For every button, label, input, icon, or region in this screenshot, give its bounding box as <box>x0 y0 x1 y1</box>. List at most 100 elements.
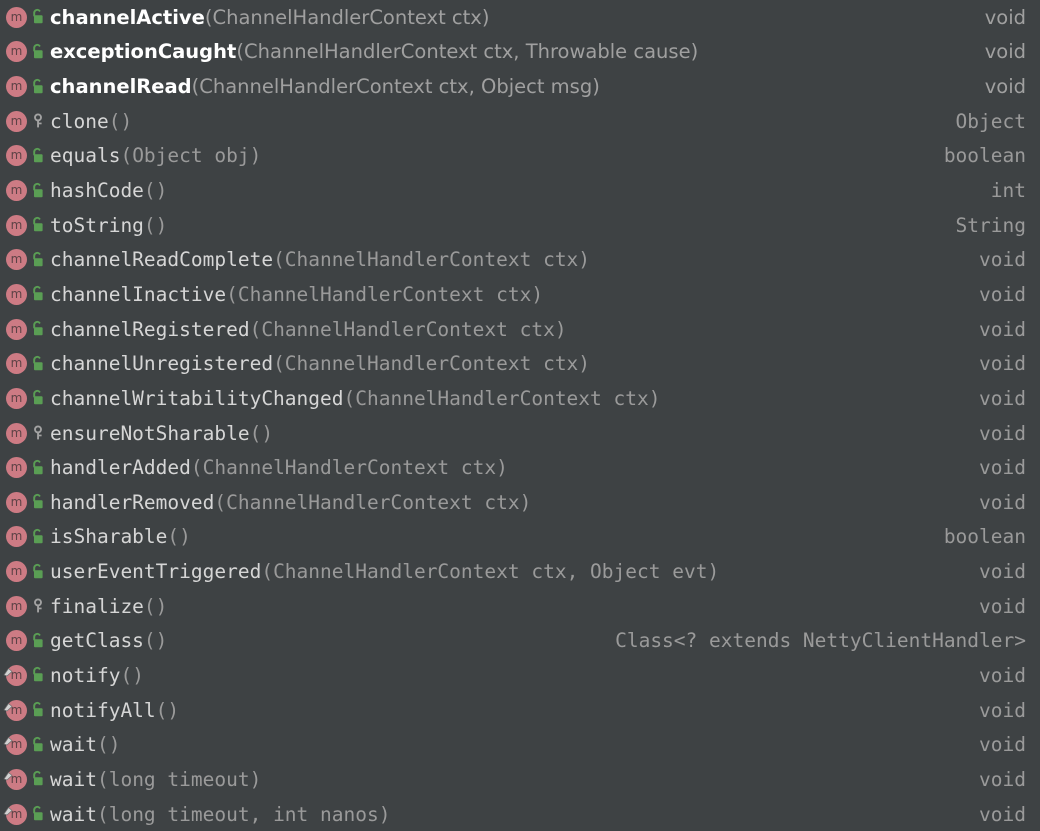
completion-item-icons: m <box>4 5 48 29</box>
method-return-type: int <box>990 179 1026 203</box>
completion-item[interactable]: m handlerAdded(ChannelHandlerContext ctx)… <box>0 450 1040 485</box>
completion-item[interactable]: m wait(long timeout) void <box>0 762 1040 797</box>
method-parameters: (ChannelHandlerContext ctx) <box>190 456 508 480</box>
method-icon: m <box>6 76 27 98</box>
completion-item[interactable]: m handlerRemoved(ChannelHandlerContext ct… <box>0 485 1040 520</box>
completion-item-signature: wait(long timeout) <box>48 768 961 791</box>
completion-item-signature: channelRegistered(ChannelHandlerContext … <box>48 318 961 341</box>
method-icon: m <box>6 145 27 167</box>
completion-item[interactable]: m ensureNotSharable() void <box>0 416 1040 451</box>
method-icon-letter: m <box>10 217 23 232</box>
method-icon-letter: m <box>10 494 23 509</box>
method-parameters: (ChannelHandlerContext ctx) <box>214 490 532 514</box>
method-icon: m <box>6 214 27 236</box>
method-parameters: (ChannelHandlerContext ctx) <box>249 317 567 341</box>
method-icon: m <box>6 561 27 583</box>
completion-item[interactable]: m exceptionCaught(ChannelHandlerContext c… <box>0 35 1040 70</box>
final-modifier-icon <box>3 662 13 677</box>
method-icon-letter: m <box>10 44 23 59</box>
unlocked-padlock-icon <box>30 389 46 407</box>
completion-item[interactable]: m finalize() void <box>0 589 1040 624</box>
completion-item-signature: equals(Object obj) <box>48 144 926 167</box>
completion-item-signature: channelUnregistered(ChannelHandlerContex… <box>48 352 961 375</box>
method-return-type: void <box>979 421 1026 445</box>
completion-item-icons: m <box>3 767 48 791</box>
completion-item-signature: notify() <box>48 664 961 687</box>
method-name: exceptionCaught <box>50 40 237 64</box>
unlocked-padlock-icon <box>30 43 46 61</box>
method-name: channelUnregistered <box>50 352 274 376</box>
method-icon-letter: m <box>10 460 23 475</box>
completion-item[interactable]: m channelInactive(ChannelHandlerContext c… <box>0 277 1040 312</box>
completion-item[interactable]: m userEventTriggered(ChannelHandlerContex… <box>0 554 1040 589</box>
method-return-type: void <box>979 248 1026 272</box>
completion-item[interactable]: m channelUnregistered(ChannelHandlerConte… <box>0 346 1040 381</box>
method-icon: m <box>6 249 27 271</box>
unlocked-padlock-icon <box>30 320 46 338</box>
completion-item-icons: m <box>4 490 48 514</box>
completion-item-icons: m <box>4 179 48 203</box>
completion-item-signature: handlerAdded(ChannelHandlerContext ctx) <box>48 456 961 479</box>
method-parameters: (long timeout, int nanos) <box>96 802 391 826</box>
method-name: channelActive <box>50 5 205 29</box>
method-icon-letter: m <box>10 529 23 544</box>
method-icon-letter: m <box>10 113 23 128</box>
completion-item[interactable]: m notify() void <box>0 658 1040 693</box>
method-parameters: () <box>155 698 180 722</box>
completion-item[interactable]: m wait() void <box>0 727 1040 762</box>
method-parameters: (ChannelHandlerContext ctx) <box>273 248 591 272</box>
unlocked-padlock-icon <box>30 285 46 303</box>
method-return-type: boolean <box>943 525 1026 549</box>
completion-item[interactable]: m channelRegistered(ChannelHandlerContext… <box>0 312 1040 347</box>
completion-item-signature: isSharable() <box>48 525 926 548</box>
method-parameters: (ChannelHandlerContext ctx, Object evt) <box>261 560 720 584</box>
method-name: wait <box>50 767 97 791</box>
unlocked-padlock-icon <box>30 78 46 96</box>
method-parameters: () <box>143 629 168 653</box>
completion-item[interactable]: m clone() Object <box>0 104 1040 139</box>
method-name: channelWritabilityChanged <box>50 386 344 410</box>
completion-item-icons: m <box>4 144 48 168</box>
method-name: equals <box>50 144 121 168</box>
method-return-type: void <box>979 767 1026 791</box>
method-name: wait <box>50 733 97 757</box>
completion-item-icons: m <box>4 109 48 133</box>
method-icon: m <box>6 491 27 513</box>
completion-item[interactable]: m channelReadComplete(ChannelHandlerConte… <box>0 242 1040 277</box>
method-return-type: boolean <box>943 144 1026 168</box>
completion-item-icons: m <box>3 698 48 722</box>
method-return-type: void <box>979 698 1026 722</box>
method-name: channelRead <box>50 75 192 99</box>
unlocked-padlock-icon <box>30 355 46 373</box>
completion-item-signature: ensureNotSharable() <box>48 422 961 445</box>
completion-item-signature: getClass() <box>48 629 597 652</box>
method-icon: m <box>6 353 27 375</box>
method-icon-letter: m <box>10 148 23 163</box>
code-completion-popup[interactable]: m channelActive(ChannelHandlerContext ctx… <box>0 0 1040 831</box>
method-icon: m <box>6 387 27 409</box>
method-icon: m <box>6 457 27 479</box>
completion-item-icons: m <box>3 733 48 757</box>
completion-item-icons: m <box>4 248 48 272</box>
completion-item[interactable]: m wait(long timeout, int nanos) void <box>0 797 1040 831</box>
completion-item[interactable]: m hashCode() int <box>0 173 1040 208</box>
completion-item[interactable]: m isSharable() boolean <box>0 520 1040 555</box>
completion-item[interactable]: m getClass() Class<? extends NettyClientHa… <box>0 624 1040 659</box>
method-return-type: Class<? extends NettyClientHandler> <box>615 629 1026 653</box>
completion-item-signature: channelActive(ChannelHandlerContext ctx) <box>48 6 967 29</box>
completion-item[interactable]: m channelActive(ChannelHandlerContext ctx… <box>0 0 1040 35</box>
method-parameters: (long timeout) <box>96 767 262 791</box>
completion-item[interactable]: m equals(Object obj) boolean <box>0 139 1040 174</box>
completion-item[interactable]: m channelRead(ChannelHandlerContext ctx, … <box>0 69 1040 104</box>
completion-item[interactable]: m toString() String <box>0 208 1040 243</box>
completion-item[interactable]: m channelWritabilityChanged(ChannelHandle… <box>0 381 1040 416</box>
completion-item-signature: handlerRemoved(ChannelHandlerContext ctx… <box>48 491 961 514</box>
unlocked-padlock-icon <box>30 493 46 511</box>
method-icon: m <box>6 283 27 305</box>
completion-item-icons: m <box>4 421 48 445</box>
completion-item-signature: channelInactive(ChannelHandlerContext ct… <box>48 283 961 306</box>
method-icon: m <box>6 630 27 652</box>
completion-item-signature: hashCode() <box>48 179 973 202</box>
method-icon-letter: m <box>10 356 23 371</box>
completion-item[interactable]: m notifyAll() void <box>0 693 1040 728</box>
